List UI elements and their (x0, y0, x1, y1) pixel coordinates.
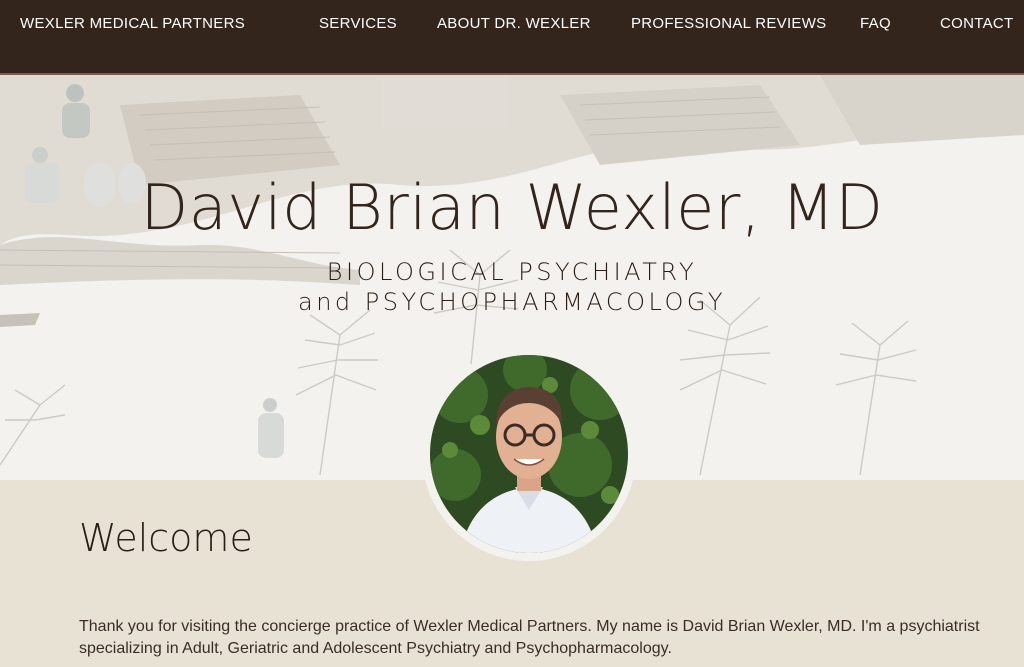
doctor-portrait-photo (430, 355, 628, 553)
nav-about[interactable]: ABOUT DR. WEXLER (437, 15, 591, 32)
hero-subtitle-line2: and PSYCHOPHARMACOLOGY (298, 288, 726, 316)
brand-logo-link[interactable]: WEXLER MEDICAL PARTNERS (20, 15, 245, 32)
nav-professional-reviews[interactable]: PROFESSIONAL REVIEWS (631, 15, 827, 32)
welcome-heading: Welcome (79, 516, 253, 560)
hero-subtitle-line1: BIOLOGICAL PSYCHIATRY (326, 258, 698, 286)
intro-paragraph: Thank you for visiting the concierge pra… (79, 618, 980, 657)
nav-faq[interactable]: FAQ (860, 15, 891, 32)
nav-services[interactable]: SERVICES (319, 15, 397, 32)
portrait-illustration (430, 355, 628, 553)
hero-title: David Brian Wexler, MD (140, 171, 884, 244)
nav-contact[interactable]: CONTACT (940, 15, 1013, 32)
page: WEXLER MEDICAL PARTNERS SERVICES ABOUT D… (0, 0, 1024, 667)
top-navigation: WEXLER MEDICAL PARTNERS SERVICES ABOUT D… (0, 0, 1024, 75)
